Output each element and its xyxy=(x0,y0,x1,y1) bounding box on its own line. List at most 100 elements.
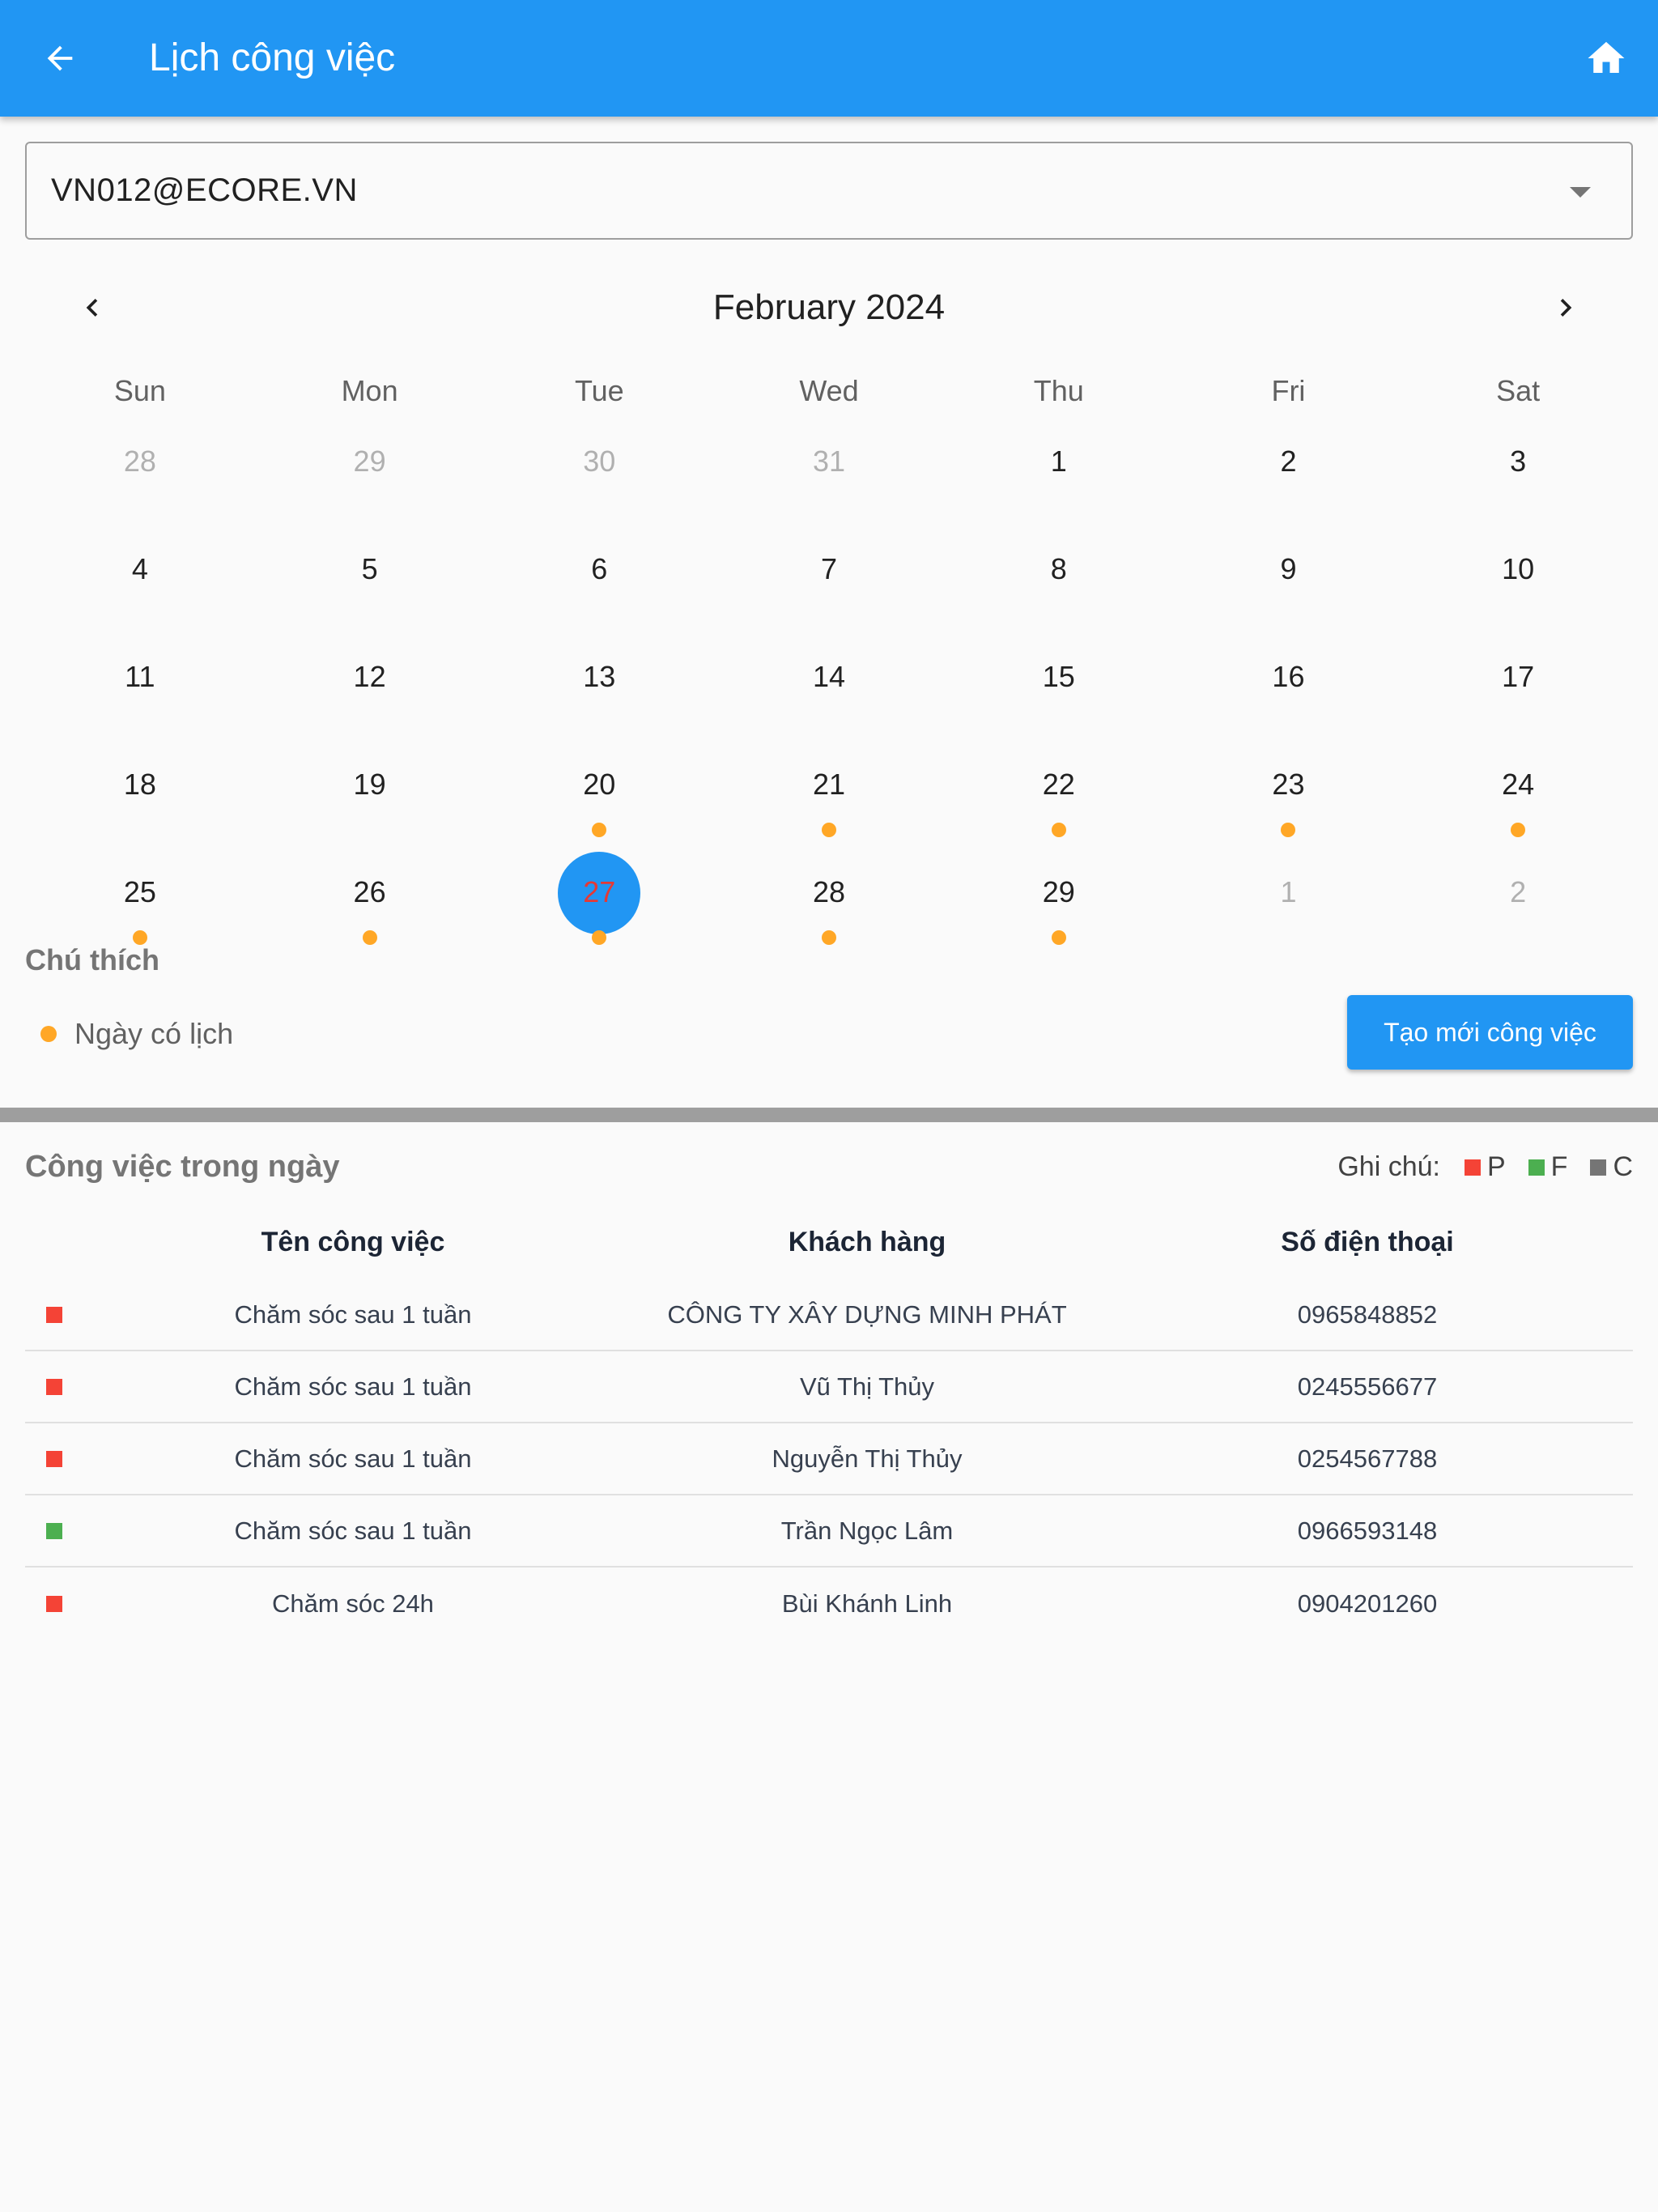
previous-month-button[interactable] xyxy=(65,280,120,335)
calendar-day-number: 18 xyxy=(123,768,156,801)
status-square-icon xyxy=(46,1450,62,1467)
column-phone: Số điện thoại xyxy=(1281,1226,1454,1257)
account-dropdown[interactable]: VN012@ECORE.VN xyxy=(25,142,1633,240)
calendar-day-number: 6 xyxy=(591,552,608,585)
calendar-day[interactable]: 19 xyxy=(255,752,485,860)
calendar-day[interactable]: 11 xyxy=(25,644,255,752)
task-name-cell: Chăm sóc sau 1 tuần xyxy=(234,1372,472,1401)
calendar-day-selected[interactable]: 27 xyxy=(484,852,714,968)
column-task-name: Tên công việc xyxy=(261,1226,445,1257)
status-notes: Ghi chú: P F C xyxy=(1337,1151,1633,1183)
home-icon xyxy=(1588,41,1625,73)
calendar-day-number: 31 xyxy=(812,445,846,478)
calendar-day[interactable]: 28 xyxy=(25,429,255,537)
calendar-day[interactable]: 13 xyxy=(484,644,714,752)
back-button[interactable] xyxy=(32,31,87,86)
calendar-day-number: 14 xyxy=(812,660,846,693)
calendar-day[interactable]: 6 xyxy=(484,537,714,644)
create-task-button[interactable]: Tạo mới công việc xyxy=(1347,995,1633,1070)
event-dot-icon xyxy=(822,930,837,945)
calendar-day-number: 9 xyxy=(1280,552,1297,585)
status-square-icon xyxy=(46,1595,62,1612)
event-dot-icon xyxy=(592,823,607,837)
calendar-day-number: 27 xyxy=(583,875,616,908)
calendar-day[interactable]: 2 xyxy=(1174,429,1404,537)
calendar-day[interactable]: 18 xyxy=(25,752,255,860)
calendar-day[interactable]: 31 xyxy=(714,429,944,537)
table-row[interactable]: Chăm sóc sau 1 tuần Vũ Thị Thủy 0245556677 xyxy=(25,1351,1633,1423)
weekday-sat: Sat xyxy=(1496,374,1541,407)
calendar-day[interactable]: 7 xyxy=(714,537,944,644)
legend-item-scheduled-day: Ngày có lịch xyxy=(40,1017,233,1051)
legend-item-label: Ngày có lịch xyxy=(74,1017,234,1050)
calendar-day[interactable]: 4 xyxy=(25,537,255,644)
calendar-day-number: 3 xyxy=(1510,445,1527,478)
weekday-mon: Mon xyxy=(341,374,398,407)
calendar-day[interactable]: 14 xyxy=(714,644,944,752)
calendar-day-number: 4 xyxy=(131,552,148,585)
row-status-cell xyxy=(25,1522,74,1539)
calendar-day[interactable]: 23 xyxy=(1174,752,1404,860)
calendar-day[interactable]: 10 xyxy=(1403,537,1633,644)
calendar-day[interactable]: 3 xyxy=(1403,429,1633,537)
calendar-day[interactable]: 9 xyxy=(1174,537,1404,644)
event-dot-icon xyxy=(362,930,377,945)
calendar-day-number: 2 xyxy=(1280,445,1297,478)
column-customer: Khách hàng xyxy=(788,1226,946,1257)
table-row[interactable]: Chăm sóc sau 1 tuần Trần Ngọc Lâm 09665931… xyxy=(25,1495,1633,1568)
calendar-day[interactable]: 30 xyxy=(484,429,714,537)
customer-cell: Vũ Thị Thủy xyxy=(799,1372,934,1401)
row-status-cell xyxy=(25,1306,74,1323)
calendar-day-number: 8 xyxy=(1050,552,1067,585)
calendar-day[interactable]: 29 xyxy=(255,429,485,537)
calendar-day[interactable]: 16 xyxy=(1174,644,1404,752)
calendar-day[interactable]: 29 xyxy=(944,860,1174,968)
phone-cell: 0966593148 xyxy=(1297,1516,1438,1545)
table-row[interactable]: Chăm sóc sau 1 tuần CÔNG TY XÂY DỰNG MINH… xyxy=(25,1279,1633,1351)
customer-cell: Bùi Khánh Linh xyxy=(781,1589,953,1618)
calendar-day-number: 26 xyxy=(353,875,386,908)
table-row[interactable]: Chăm sóc 24h Bùi Khánh Linh 0904201260 xyxy=(25,1568,1633,1640)
task-name-cell: Chăm sóc sau 1 tuần xyxy=(234,1516,472,1545)
event-dot-icon xyxy=(1051,823,1066,837)
row-status-cell xyxy=(25,1595,74,1612)
calendar-day[interactable]: 26 xyxy=(255,860,485,968)
calendar-weekdays: Sun Mon Tue Wed Thu Fri Sat xyxy=(25,368,1633,414)
row-status-cell xyxy=(25,1378,74,1395)
dropdown-arrow-icon xyxy=(1570,187,1591,198)
calendar-day-number: 29 xyxy=(1042,875,1075,908)
status-notes-label: Ghi chú: xyxy=(1337,1151,1440,1182)
status-square-icon xyxy=(46,1306,62,1323)
calendar-day[interactable]: 22 xyxy=(944,752,1174,860)
calendar-day[interactable]: 24 xyxy=(1403,752,1633,860)
row-status-cell xyxy=(25,1450,74,1467)
calendar-day-number: 30 xyxy=(583,445,616,478)
calendar-day-number: 28 xyxy=(123,445,156,478)
chevron-left-icon xyxy=(86,299,98,317)
calendar-day[interactable]: 5 xyxy=(255,537,485,644)
calendar-day[interactable]: 2 xyxy=(1403,860,1633,968)
calendar-day[interactable]: 20 xyxy=(484,752,714,860)
calendar-day[interactable]: 28 xyxy=(714,860,944,968)
table-row[interactable]: Chăm sóc sau 1 tuần Nguyễn Thị Thủy 025456… xyxy=(25,1423,1633,1495)
calendar-day[interactable]: 21 xyxy=(714,752,944,860)
calendar-day[interactable]: 1 xyxy=(944,429,1174,537)
calendar-month-label: February 2024 xyxy=(712,287,946,327)
arrow-back-icon xyxy=(47,45,73,71)
calendar-day[interactable]: 1 xyxy=(1174,860,1404,968)
tasks-table-header: Tên công việc Khách hàng Số điện thoại xyxy=(25,1214,1633,1270)
home-button[interactable] xyxy=(1579,31,1634,86)
calendar-day[interactable]: 17 xyxy=(1403,644,1633,752)
calendar-day-number: 24 xyxy=(1502,768,1535,801)
calendar-day[interactable]: 12 xyxy=(255,644,485,752)
calendar-day[interactable]: 15 xyxy=(944,644,1174,752)
calendar-day-number: 15 xyxy=(1042,660,1075,693)
next-month-button[interactable] xyxy=(1538,280,1593,335)
app-bar: Lịch công việc xyxy=(0,0,1658,117)
section-divider xyxy=(0,1108,1658,1122)
calendar-day-number: 19 xyxy=(353,768,386,801)
calendar-day[interactable]: 8 xyxy=(944,537,1174,644)
weekday-wed: Wed xyxy=(799,374,859,407)
calendar-day-number: 17 xyxy=(1502,660,1535,693)
event-dot-icon xyxy=(40,1026,57,1042)
